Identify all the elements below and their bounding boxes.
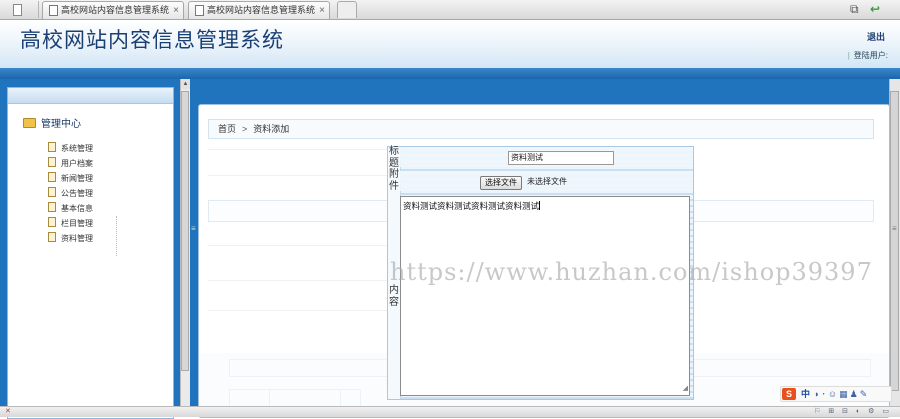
sidebar-root[interactable]: 管理中心 <box>23 115 81 130</box>
sidebar-item-label: 资料管理 <box>61 234 93 243</box>
frame-splitter[interactable]: ≡ <box>190 79 198 416</box>
browser-tab-1[interactable]: 高校网站内容信息管理系统 × <box>42 1 184 19</box>
sidebar-root-label: 管理中心 <box>41 119 81 130</box>
left-frame: 管理中心 系统管理 用户档案 新闻管理 公告管理 基本信息 栏目管理 资料管理 <box>0 79 190 419</box>
close-icon[interactable]: × <box>319 2 325 19</box>
sidebar-item-system[interactable]: 系统管理 <box>48 142 93 154</box>
tab-menu-icon[interactable]: ⧉ <box>850 2 859 16</box>
sidebar-item-news[interactable]: 新闻管理 <box>48 172 93 184</box>
tab-title: 高校网站内容信息管理系统 <box>207 5 316 15</box>
sidebar-panel: 管理中心 系统管理 用户档案 新闻管理 公告管理 基本信息 栏目管理 资料管理 <box>7 87 174 419</box>
sidebar-item-materials[interactable]: 资料管理 <box>48 232 93 244</box>
page-icon <box>48 157 56 167</box>
content-text: 资料测试资料测试资料测试资料测试 <box>403 201 540 211</box>
breadcrumb: 首页 > 资料添加 <box>208 119 874 139</box>
document-icon <box>195 5 204 16</box>
sidebar-header <box>8 88 173 104</box>
ime-logo-icon[interactable]: S <box>782 388 796 400</box>
divider <box>208 149 388 150</box>
browser-status-bar: ✕ ⚐ ⊞ ⊟ ◐ ⚙ ▭ <box>0 406 900 417</box>
ime-toolbar[interactable]: S 中 ◗･☺▦♟✎ <box>780 386 892 402</box>
content-label: 内容 <box>389 285 399 308</box>
sidebar-item-label: 新闻管理 <box>61 174 93 183</box>
content-textarea[interactable]: 资料测试资料测试资料测试资料测试 ◢ <box>400 196 690 396</box>
divider <box>208 310 388 311</box>
title-input[interactable] <box>508 151 614 165</box>
breadcrumb-home[interactable]: 首页 <box>218 124 236 134</box>
attachment-label: 附件 <box>389 169 399 192</box>
page-icon <box>48 202 56 212</box>
sidebar-item-label: 基本信息 <box>61 204 93 213</box>
ime-mode[interactable]: 中 <box>801 387 810 401</box>
app-header: 高校网站内容信息管理系统 退出 | 登陆用户: <box>0 20 900 68</box>
page-icon <box>48 232 56 242</box>
browser-tab-strip: 高校网站内容信息管理系统 × 高校网站内容信息管理系统 × ⧉ ↩ <box>0 0 900 20</box>
tree-guide-line <box>116 216 123 256</box>
scrollbar-thumb[interactable] <box>181 91 189 371</box>
tab-list-icon <box>13 4 22 16</box>
sidebar-item-label: 公告管理 <box>61 189 93 198</box>
grip-icon: ≡ <box>191 224 196 233</box>
file-status-text: 未选择文件 <box>527 177 567 186</box>
divider <box>208 280 388 281</box>
page-icon <box>48 142 56 152</box>
sidebar-item-basic-info[interactable]: 基本信息 <box>48 202 93 214</box>
grid-cell <box>269 389 361 407</box>
page-icon <box>48 187 56 197</box>
text-caret <box>539 201 541 210</box>
sidebar-item-notices[interactable]: 公告管理 <box>48 187 93 199</box>
browser-tab-2[interactable]: 高校网站内容信息管理系统 × <box>188 1 330 19</box>
page-icon <box>48 217 56 227</box>
login-user-text: 登陆用户: <box>853 51 888 60</box>
new-tab-button[interactable] <box>337 1 357 18</box>
sidebar-item-label: 用户档案 <box>61 159 93 168</box>
divider: | <box>847 51 850 60</box>
page-icon <box>48 172 56 182</box>
close-icon[interactable]: × <box>173 2 179 19</box>
main-scrollbar[interactable]: ≡ <box>889 79 900 416</box>
breadcrumb-separator: > <box>242 124 248 134</box>
sidebar-scrollbar[interactable]: ▲ ▼ <box>180 79 190 416</box>
divider <box>208 245 388 246</box>
scroll-up-icon[interactable]: ▲ <box>181 79 190 89</box>
document-icon <box>49 5 58 16</box>
tab-list-button[interactable] <box>0 1 39 18</box>
sidebar-item-label: 栏目管理 <box>61 219 93 228</box>
material-form: 标题 附件 内容 选择文件 未选择文件 资料测试资料测试资料测试资料测试 ◢ <box>387 146 694 400</box>
resize-grip-icon[interactable]: ◢ <box>683 383 688 395</box>
logout-link[interactable]: 退出 <box>867 30 885 43</box>
app-title: 高校网站内容信息管理系统 <box>20 28 284 52</box>
scrollbar-thumb[interactable] <box>890 91 899 391</box>
title-row <box>400 147 693 167</box>
title-label: 标题 <box>389 146 399 169</box>
choose-file-button[interactable]: 选择文件 <box>480 176 522 190</box>
folder-icon <box>23 118 36 128</box>
sidebar-item-label: 系统管理 <box>61 144 93 153</box>
attachment-row: 选择文件 未选择文件 <box>400 171 693 191</box>
divider <box>208 175 388 176</box>
sidebar-item-columns[interactable]: 栏目管理 <box>48 217 93 229</box>
back-arrow-icon[interactable]: ↩ <box>870 2 880 16</box>
header-band <box>0 68 900 79</box>
grip-icon: ≡ <box>892 224 897 233</box>
login-user-label: | 登陆用户: <box>848 50 888 61</box>
ime-tool-icons[interactable]: ◗･☺▦♟✎ <box>814 387 869 401</box>
breadcrumb-current: 资料添加 <box>253 124 290 134</box>
tab-title: 高校网站内容信息管理系统 <box>61 5 170 15</box>
sidebar-item-users[interactable]: 用户档案 <box>48 157 93 169</box>
